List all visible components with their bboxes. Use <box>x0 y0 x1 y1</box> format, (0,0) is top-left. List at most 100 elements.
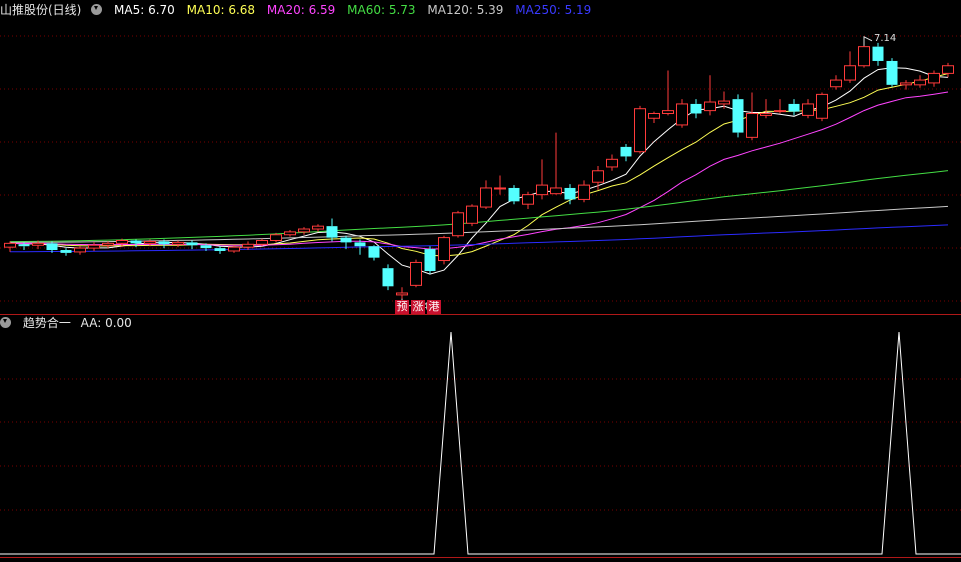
candle-body <box>886 60 898 85</box>
candle <box>690 99 702 119</box>
candle <box>718 91 730 109</box>
candle <box>396 287 408 301</box>
candle <box>494 175 506 195</box>
candle-body <box>102 242 114 246</box>
candle-body <box>942 65 954 74</box>
candle-body <box>32 242 44 246</box>
candle-body <box>396 292 408 296</box>
candle-body <box>704 101 716 112</box>
candle-body <box>242 243 254 248</box>
candle <box>872 42 884 66</box>
candle <box>424 246 436 274</box>
candle <box>508 185 520 205</box>
candle-body <box>200 245 212 249</box>
candle-body <box>914 79 926 86</box>
candle <box>760 99 772 119</box>
candle-body <box>368 246 380 258</box>
candle-body <box>550 187 562 195</box>
candle <box>270 232 282 243</box>
price-markers: 7.144.44 <box>401 33 896 313</box>
candle-body <box>760 112 772 116</box>
candle-body <box>88 244 100 249</box>
main-header: 山推股份(日线) MA5: 6.70 MA10: 6.68 MA20: 6.59… <box>0 1 599 19</box>
indicator-value: AA: 0.00 <box>80 316 132 330</box>
candle-body <box>74 247 86 253</box>
candle <box>676 99 688 128</box>
candle <box>60 248 72 256</box>
candle <box>648 111 660 124</box>
candle <box>522 191 534 209</box>
candle-body <box>872 46 884 61</box>
candle-body <box>844 65 856 81</box>
candle <box>452 210 464 238</box>
stock-title: 山推股份(日线) <box>0 3 82 17</box>
candle-body <box>228 246 240 252</box>
candle-body <box>312 225 324 230</box>
candle-body <box>256 239 268 245</box>
candle <box>592 166 604 190</box>
candle-body <box>298 228 310 233</box>
candle <box>816 92 828 122</box>
candle-body <box>18 244 30 247</box>
candle-body <box>830 79 842 88</box>
candle-body <box>354 242 366 247</box>
chevron-down-icon[interactable] <box>0 317 11 328</box>
candle <box>578 180 590 203</box>
indicator-header: 趋势合一 AA: 0.00 <box>0 314 140 332</box>
candle-body <box>60 250 72 253</box>
candle-body <box>900 82 912 86</box>
candle <box>172 240 184 248</box>
candle <box>312 224 324 232</box>
candle <box>284 229 296 237</box>
kline-chart[interactable]: 7.144.44 <box>0 0 961 562</box>
signal-tag-1: 预 <box>395 300 409 314</box>
candle-body <box>116 239 128 244</box>
candle-body <box>130 240 142 244</box>
candle-body <box>522 194 534 205</box>
ma120-value: MA120: 5.39 <box>427 3 504 17</box>
candle <box>564 184 576 205</box>
candle <box>844 51 856 83</box>
candle <box>634 105 646 154</box>
candle <box>4 241 16 252</box>
candle-body <box>718 100 730 105</box>
aa-line <box>0 331 961 555</box>
ma20-value: MA20: 6.59 <box>266 3 336 17</box>
candle-body <box>578 184 590 200</box>
candle-body <box>466 205 478 224</box>
candle-body <box>410 261 422 286</box>
candle <box>704 75 716 116</box>
candle <box>620 144 632 162</box>
candle <box>480 180 492 209</box>
candle-body <box>326 226 338 238</box>
candle-body <box>746 112 758 138</box>
candle <box>830 75 842 90</box>
candle-body <box>214 248 226 251</box>
candle-body <box>46 243 58 251</box>
candle-body <box>690 103 702 114</box>
ma250-value: MA250: 5.19 <box>515 3 592 17</box>
candle-body <box>648 112 660 119</box>
candle <box>788 99 800 116</box>
candle-body <box>676 103 688 126</box>
candle <box>368 245 380 261</box>
chevron-down-icon[interactable] <box>91 4 103 15</box>
candle-body <box>508 187 520 202</box>
candle-body <box>634 108 646 153</box>
indicator-title: 趋势合一 <box>22 316 71 330</box>
candle <box>326 218 338 242</box>
candle-body <box>858 46 870 67</box>
candle-body <box>928 72 940 84</box>
candle <box>732 94 744 138</box>
candle-body <box>774 110 786 113</box>
candle-body <box>424 249 436 272</box>
candle <box>900 80 912 90</box>
indicator-line <box>0 331 961 555</box>
candle <box>662 70 674 116</box>
candle-body <box>536 184 548 196</box>
candle <box>466 204 478 227</box>
candle-body <box>270 234 282 241</box>
candle-body <box>816 93 828 119</box>
candle <box>928 70 940 87</box>
candle-body <box>382 268 394 287</box>
